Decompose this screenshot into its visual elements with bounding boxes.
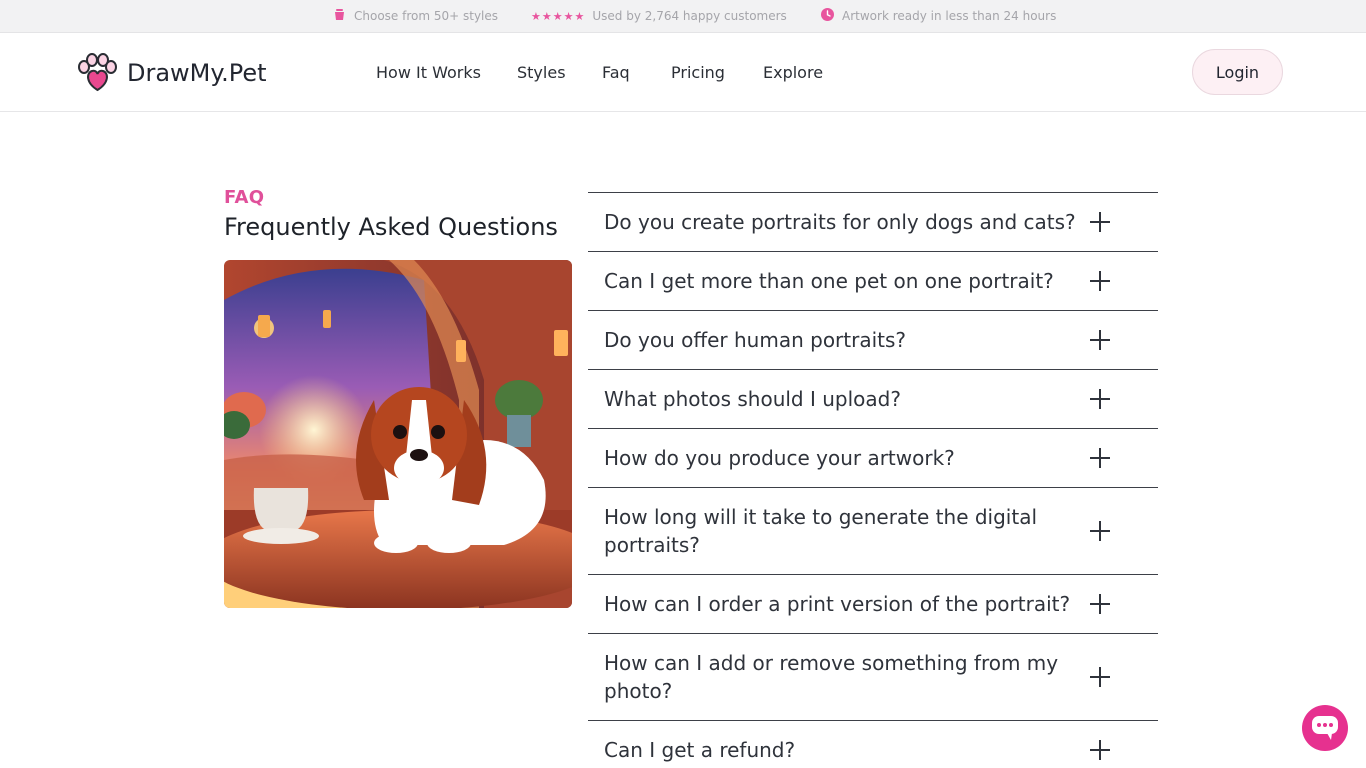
faq-item[interactable]: How long will it take to generate the di… [588, 488, 1158, 575]
faq-eyebrow: FAQ [224, 187, 265, 208]
faq-item[interactable]: Can I get a refund? [588, 721, 1158, 768]
plus-icon[interactable] [1090, 740, 1110, 760]
nav-faq[interactable]: Faq [602, 63, 630, 82]
faq-question: What photos should I upload? [604, 387, 901, 411]
faq-question: Do you create portraits for only dogs an… [604, 210, 1076, 234]
announcement-delivery: Artwork ready in less than 24 hours [821, 8, 1056, 24]
announcement-customers-text: Used by 2,764 happy customers [592, 9, 787, 23]
faq-item[interactable]: Do you create portraits for only dogs an… [588, 193, 1158, 252]
plus-icon[interactable] [1090, 330, 1110, 350]
paw-heart-icon [78, 53, 117, 92]
nav-styles[interactable]: Styles [517, 63, 566, 82]
faq-item[interactable]: How can I add or remove something from m… [588, 634, 1158, 721]
five-stars-icon: ★ ★ ★ ★ ★ [531, 9, 585, 23]
plus-icon[interactable] [1090, 521, 1110, 541]
plus-icon[interactable] [1090, 594, 1110, 614]
faq-item[interactable]: What photos should I upload? [588, 370, 1158, 429]
site-header: DrawMy.Pet How It Works Styles Faq Prici… [0, 33, 1366, 112]
faq-accordion: Do you create portraits for only dogs an… [588, 192, 1158, 768]
brand-name: DrawMy.Pet [127, 58, 267, 87]
faq-question: How can I order a print version of the p… [604, 592, 1071, 616]
plus-icon[interactable] [1090, 389, 1110, 409]
announcement-bar: Choose from 50+ styles ★ ★ ★ ★ ★ Used by 2,7… [0, 0, 1366, 33]
plus-icon[interactable] [1090, 448, 1110, 468]
plus-icon[interactable] [1090, 667, 1110, 687]
announcement-delivery-text: Artwork ready in less than 24 hours [842, 9, 1057, 23]
nav-explore[interactable]: Explore [763, 63, 823, 82]
announcement-styles-text: Choose from 50+ styles [354, 9, 499, 23]
nav-how-it-works[interactable]: How It Works [376, 63, 481, 82]
faq-question: How can I add or remove something from m… [604, 651, 1059, 703]
clock-icon [821, 8, 834, 24]
plus-icon[interactable] [1090, 212, 1110, 232]
chat-bubble-icon [1312, 716, 1338, 740]
faq-question: How do you produce your artwork? [604, 446, 955, 470]
faq-question: How long will it take to generate the di… [604, 505, 1038, 557]
login-button[interactable]: Login [1192, 49, 1283, 95]
bucket-icon [333, 8, 346, 24]
announcement-styles: Choose from 50+ styles [333, 8, 498, 24]
announcement-customers: ★ ★ ★ ★ ★ Used by 2,764 happy customers [531, 8, 787, 24]
faq-title: Frequently Asked Questions [224, 213, 558, 241]
faq-question: Do you offer human portraits? [604, 328, 907, 352]
faq-item[interactable]: How can I order a print version of the p… [588, 575, 1158, 634]
faq-item[interactable]: Can I get more than one pet on one portr… [588, 252, 1158, 311]
dog-in-cafe-image [224, 260, 572, 608]
plus-icon[interactable] [1090, 271, 1110, 291]
faq-item[interactable]: How do you produce your artwork? [588, 429, 1158, 488]
faq-item[interactable]: Do you offer human portraits? [588, 311, 1158, 370]
chat-button[interactable] [1302, 705, 1348, 751]
brand-logo[interactable]: DrawMy.Pet [76, 53, 267, 92]
faq-question: Can I get a refund? [604, 738, 796, 762]
faq-question: Can I get more than one pet on one portr… [604, 269, 1054, 293]
nav-pricing[interactable]: Pricing [671, 63, 725, 82]
